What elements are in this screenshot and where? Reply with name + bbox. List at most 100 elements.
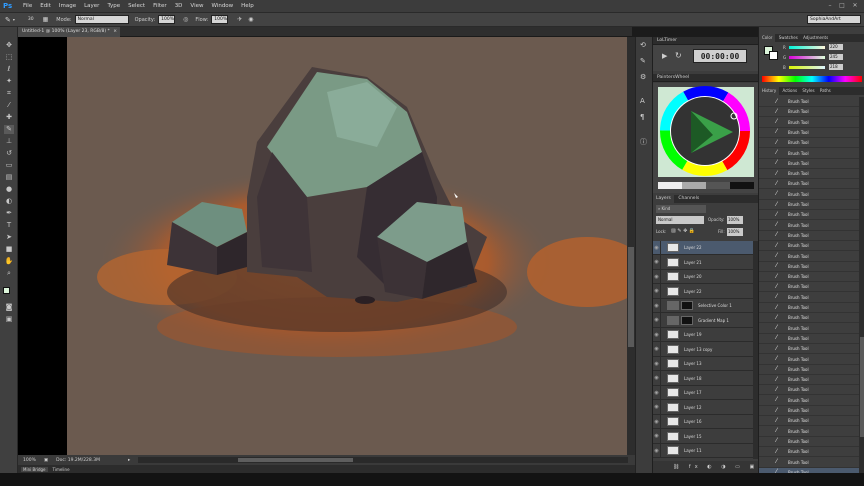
layer-row[interactable]: ◉ Layer 12 <box>653 400 753 415</box>
tab-adjustments[interactable]: Adjustments <box>801 35 830 40</box>
history-icon[interactable]: ⟲ <box>640 41 646 49</box>
history-item[interactable]: ⁄ Brush Tool <box>759 138 859 149</box>
painters-wheel-panel[interactable] <box>653 83 759 193</box>
opacity-field[interactable]: 100% <box>158 15 176 24</box>
tab-mini-bridge[interactable]: Mini Bridge <box>21 466 48 472</box>
airbrush-icon[interactable]: ✈ <box>237 16 242 23</box>
paragraph-icon[interactable]: ¶ <box>640 113 644 121</box>
crop-tool-icon[interactable]: ⌗ <box>4 89 14 98</box>
tab-timeline[interactable]: Timeline <box>53 467 70 472</box>
history-item[interactable]: ⁄ Brush Tool <box>759 427 859 437</box>
workspace-select[interactable]: SophiaAndArt <box>807 15 861 24</box>
history-item[interactable]: ⁄ Brush Tool <box>759 159 859 169</box>
document-tab[interactable]: Untitled-1 @ 100% (Layer 23, RGB/8) * × <box>18 27 120 37</box>
minimize-icon[interactable]: – <box>826 2 834 9</box>
history-item[interactable]: ⁄ Brush Tool <box>759 416 859 427</box>
layer-mask-thumbnail[interactable] <box>681 315 693 325</box>
g-value[interactable]: 245 <box>829 54 843 60</box>
history-item[interactable]: ⁄ Brush Tool <box>759 128 859 138</box>
history-item[interactable]: ⁄ Brush Tool <box>759 200 859 210</box>
menu-help[interactable]: Help <box>241 3 254 9</box>
tab-styles[interactable]: Styles <box>800 88 816 93</box>
reset-icon[interactable]: ↻ <box>675 51 682 60</box>
zoom-level[interactable]: 100% <box>23 458 36 463</box>
mode-select[interactable]: Normal <box>74 15 129 24</box>
brush-preset-icon[interactable]: ✎ <box>5 16 11 24</box>
dodge-tool-icon[interactable]: ◐ <box>4 197 14 206</box>
history-item[interactable]: ⁄ Brush Tool <box>759 282 859 293</box>
quick-mask-icon[interactable]: ◙ <box>4 303 14 312</box>
close-icon[interactable]: ✕ <box>851 2 859 9</box>
type-tool-icon[interactable]: T <box>4 221 14 230</box>
menu-select[interactable]: Select <box>128 3 145 9</box>
info-icon[interactable]: ⓘ <box>640 137 647 147</box>
color-ramp[interactable] <box>762 76 862 82</box>
r-value[interactable]: 220 <box>829 44 843 50</box>
move-tool-icon[interactable]: ✥ <box>4 41 14 50</box>
layer-row[interactable]: ◉ Gradient Map 1 <box>653 313 753 328</box>
status-menu-icon[interactable]: ▸ <box>128 458 130 463</box>
history-item[interactable]: ⁄ Brush Tool <box>759 272 859 283</box>
gradient-tool-icon[interactable]: ▤ <box>4 173 14 182</box>
layer-row[interactable]: ◉ Layer 22 <box>653 284 753 299</box>
layer-row[interactable]: ◉ Layer 21 <box>653 255 753 270</box>
blur-tool-icon[interactable]: ● <box>4 185 14 194</box>
lasso-tool-icon[interactable]: ℓ <box>4 65 14 74</box>
zoom-tool-icon[interactable]: ⌕ <box>4 269 14 278</box>
eyedropper-tool-icon[interactable]: ⁄ <box>4 101 14 110</box>
tab-color[interactable]: Color <box>759 34 776 42</box>
layer-row[interactable]: ◉ Layer 15 <box>653 429 753 444</box>
history-scroll-thumb[interactable] <box>860 337 864 437</box>
tool-presets-icon[interactable]: ⚙ <box>640 73 646 81</box>
eye-icon[interactable]: ◉ <box>653 255 661 269</box>
layer-row[interactable]: ◉ Layer 19 <box>653 327 753 342</box>
clone-stamp-tool-icon[interactable]: ⊥ <box>4 137 14 146</box>
layer-row[interactable]: ◉ Layer 22 <box>653 241 753 255</box>
history-item[interactable]: ⁄ Brush Tool <box>759 406 859 416</box>
b-slider[interactable] <box>789 66 825 69</box>
brush-tool-icon[interactable]: ✎ <box>4 125 14 134</box>
history-scrollbar[interactable] <box>859 97 864 473</box>
eye-icon[interactable]: ◉ <box>653 385 661 400</box>
history-item[interactable]: ⁄ Brush Tool <box>759 179 859 190</box>
character-icon[interactable]: A <box>640 97 645 105</box>
g-slider[interactable] <box>789 56 825 59</box>
menu-edit[interactable]: Edit <box>40 3 51 9</box>
maximize-icon[interactable]: □ <box>838 2 846 9</box>
layer-row[interactable]: ◉ Layer 17 <box>653 385 753 400</box>
brush-size-value[interactable]: 30 <box>28 17 34 22</box>
history-item[interactable]: ⁄ Brush Tool <box>759 118 859 128</box>
hscroll-thumb[interactable] <box>238 458 353 462</box>
history-item[interactable]: ⁄ Brush Tool <box>759 385 859 396</box>
canvas-vertical-scrollbar[interactable] <box>627 37 635 455</box>
menu-window[interactable]: Window <box>211 3 233 9</box>
quick-select-tool-icon[interactable]: ✦ <box>4 77 14 86</box>
layer-row[interactable]: ◉ Layer 18 <box>653 371 753 386</box>
menu-file[interactable]: File <box>23 3 32 9</box>
layer-row[interactable]: ◉ Layer 13 <box>653 356 753 371</box>
layer-mask-thumbnail[interactable] <box>681 301 693 310</box>
history-item[interactable]: ⁄ Brush Tool <box>759 169 859 180</box>
history-item[interactable]: ⁄ Brush Tool <box>759 458 859 468</box>
fill-field[interactable]: 100% <box>727 228 743 236</box>
layer-row[interactable]: ◉ Layer 20 <box>653 269 753 284</box>
eye-icon[interactable]: ◉ <box>653 342 661 356</box>
marquee-tool-icon[interactable]: ⬚ <box>4 53 14 62</box>
shape-tool-icon[interactable]: ■ <box>4 245 14 254</box>
history-item[interactable]: ⁄ Brush Tool <box>759 375 859 386</box>
flow-field[interactable]: 100% <box>211 15 229 24</box>
hand-tool-icon[interactable]: ✋ <box>4 257 14 266</box>
play-icon[interactable]: ▶ <box>662 52 667 60</box>
brush-panel-icon[interactable]: ▦ <box>43 16 49 23</box>
history-item[interactable]: ⁄ Brush Tool <box>759 221 859 231</box>
layer-row[interactable]: ◉ Layer 13 copy <box>653 342 753 357</box>
dropdown-icon[interactable]: ▾ <box>13 17 15 22</box>
eye-icon[interactable]: ◉ <box>653 414 661 429</box>
history-item[interactable]: ⁄ Brush Tool <box>759 252 859 262</box>
eye-icon[interactable]: ◉ <box>653 284 661 298</box>
history-item[interactable]: ⁄ Brush Tool <box>759 437 859 447</box>
history-item[interactable]: ⁄ Brush Tool <box>759 447 859 458</box>
history-item[interactable]: ⁄ Brush Tool <box>759 210 859 221</box>
canvas-horizontal-scrollbar[interactable] <box>138 457 628 463</box>
close-tab-icon[interactable]: × <box>113 27 117 37</box>
